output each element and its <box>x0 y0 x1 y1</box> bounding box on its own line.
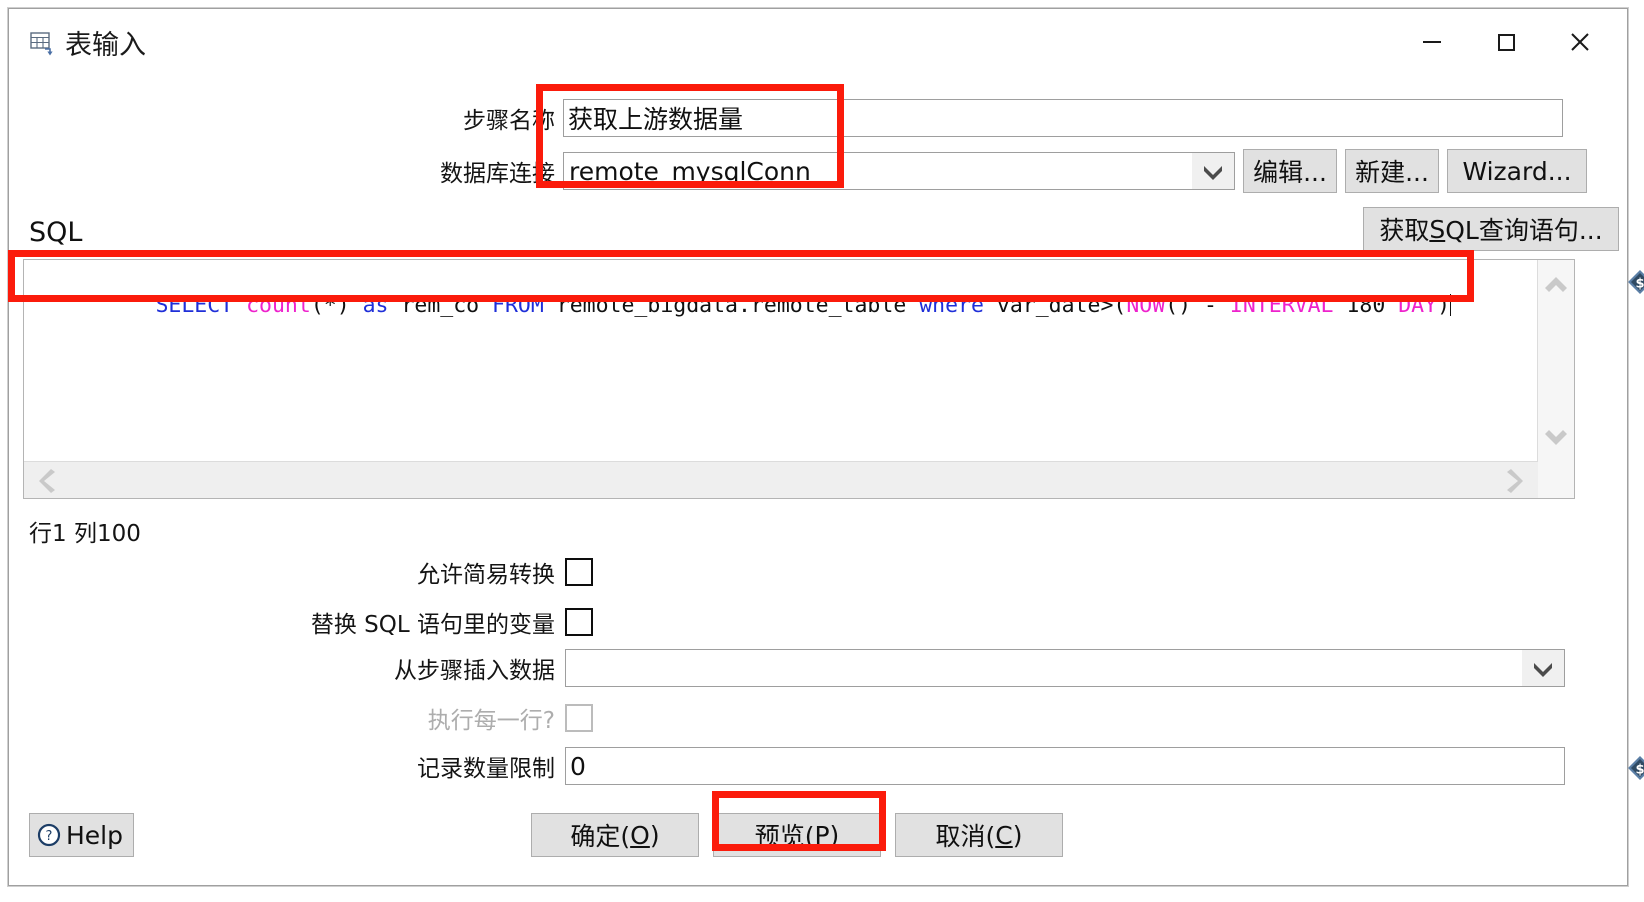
execute-for-each-row-checkbox <box>565 704 593 732</box>
get-sql-prefix: 获取 <box>1379 216 1430 245</box>
sql-text-area[interactable]: SELECT count(*) as rem_co FROM remote_bi… <box>24 260 1538 462</box>
maximize-icon[interactable] <box>1469 15 1543 69</box>
sql-token: where <box>919 293 984 318</box>
table-input-dialog: 表输入 步骤名称 获取上游数据量 数据库连接 remote_mysqlConn … <box>8 8 1644 886</box>
svg-text:$: $ <box>1635 763 1644 778</box>
title-bar-left: 表输入 <box>29 23 146 62</box>
sql-token: DAY <box>1398 293 1438 318</box>
scroll-down-icon[interactable] <box>1543 428 1569 448</box>
insert-data-from-step-row: 从步骤插入数据 <box>15 649 1575 687</box>
sql-token: (*) <box>310 293 363 318</box>
wizard-label: Wizard... <box>1462 156 1572 186</box>
step-name-input[interactable]: 获取上游数据量 <box>563 99 1563 137</box>
dialog-action-buttons: 确定(O) 预览(P) 取消(C) <box>531 813 1063 857</box>
preview-button[interactable]: 预览(P) <box>713 813 881 857</box>
sql-token: FROM <box>492 293 544 318</box>
chevron-down-icon[interactable] <box>1192 153 1234 189</box>
sql-token: 180 <box>1333 293 1399 318</box>
ok-prefix: 确定( <box>570 822 631 851</box>
sql-vertical-scrollbar[interactable] <box>1537 260 1574 462</box>
new-connection-label: 新建... <box>1355 158 1429 187</box>
db-connection-value: remote_mysqlConn <box>569 156 811 186</box>
sql-tokens: SELECT count(*) as rem_co FROM remote_bi… <box>155 293 1450 318</box>
svg-text:?: ? <box>46 829 53 844</box>
sql-token: INTERVAL <box>1229 293 1334 318</box>
scrollbar-corner <box>1538 462 1574 498</box>
sql-token: as <box>362 293 389 318</box>
help-button[interactable]: ? Help <box>29 813 134 857</box>
window-title: 表输入 <box>65 30 146 61</box>
sql-horizontal-scrollbar[interactable] <box>24 461 1538 498</box>
get-sql-mnemonic: S <box>1429 214 1446 244</box>
cancel-prefix: 取消( <box>935 822 996 851</box>
limit-size-input[interactable]: 0 <box>565 747 1565 785</box>
preview-mnemonic: P <box>814 820 830 850</box>
dollar-variable-icon-limit[interactable]: $ <box>1627 755 1644 781</box>
chevron-down-icon-insert-step[interactable] <box>1522 650 1564 686</box>
db-connection-row: 数据库连接 remote_mysqlConn 编辑... 新建... Wizar… <box>15 149 1615 193</box>
insert-data-from-step-select[interactable] <box>565 649 1565 687</box>
sql-token: var_date>( <box>983 293 1127 318</box>
sql-editor[interactable]: SELECT count(*) as rem_co FROM remote_bi… <box>23 259 1575 499</box>
scroll-up-icon[interactable] <box>1543 274 1569 294</box>
edit-connection-button[interactable]: 编辑... <box>1243 149 1337 193</box>
replace-variables-row: 替换 SQL 语句里的变量 <box>15 605 615 639</box>
step-name-label: 步骤名称 <box>463 108 555 134</box>
sql-token: count <box>246 293 311 318</box>
dialog-footer: ? Help 确定(O) 预览(P) 取消(C) <box>15 801 1623 879</box>
ok-mnemonic: O <box>630 820 650 850</box>
window-controls <box>1395 11 1617 73</box>
execute-for-each-row-label: 执行每一行? <box>427 708 555 734</box>
replace-variables-label: 替换 SQL 语句里的变量 <box>310 612 555 638</box>
limit-size-label: 记录数量限制 <box>417 756 555 782</box>
help-icon: ? <box>36 822 62 848</box>
db-connection-label: 数据库连接 <box>440 161 555 187</box>
sql-token: remote_bigdata.remote_table <box>543 293 920 318</box>
close-icon[interactable] <box>1543 15 1617 69</box>
table-input-icon <box>29 30 55 56</box>
scroll-left-icon[interactable] <box>38 469 58 493</box>
insert-data-from-step-label: 从步骤插入数据 <box>394 658 555 684</box>
title-bar: 表输入 <box>15 11 1623 79</box>
dialog-body: 表输入 步骤名称 获取上游数据量 数据库连接 remote_mysqlConn … <box>15 11 1644 879</box>
replace-variables-checkbox[interactable] <box>565 608 593 636</box>
limit-size-row: 记录数量限制 0 <box>15 747 1575 785</box>
execute-for-each-row-row: 执行每一行? <box>15 701 615 735</box>
allow-lazy-conversion-row: 允许简易转换 <box>15 555 615 589</box>
sql-token: SELECT <box>155 293 234 318</box>
wizard-button[interactable]: Wizard... <box>1447 149 1587 193</box>
cancel-suffix: ) <box>1012 820 1023 850</box>
sql-section-label: SQL <box>29 217 83 248</box>
scroll-right-icon[interactable] <box>1504 469 1524 493</box>
ok-suffix: ) <box>649 820 660 850</box>
sql-token: () - <box>1165 293 1230 318</box>
allow-lazy-conversion-label: 允许简易转换 <box>417 562 555 588</box>
ok-button[interactable]: 确定(O) <box>531 813 699 857</box>
step-name-row: 步骤名称 获取上游数据量 <box>15 99 1575 137</box>
allow-lazy-conversion-checkbox[interactable] <box>565 558 593 586</box>
new-connection-button[interactable]: 新建... <box>1345 149 1439 193</box>
sql-token: ) <box>1437 293 1451 318</box>
cancel-mnemonic: C <box>995 820 1013 850</box>
preview-prefix: 预览( <box>754 822 815 851</box>
get-sql-suffix: QL查询语句... <box>1445 216 1603 245</box>
help-label: Help <box>66 820 123 850</box>
dollar-variable-icon-sql[interactable]: $ <box>1627 269 1644 295</box>
minimize-icon[interactable] <box>1395 15 1469 69</box>
cursor-position-status: 行1 列100 <box>29 521 141 547</box>
sql-statement-line: SELECT count(*) as rem_co FROM remote_bi… <box>26 264 1536 348</box>
cancel-button[interactable]: 取消(C) <box>895 813 1063 857</box>
get-sql-statement-button[interactable]: 获取 S QL查询语句... <box>1363 207 1619 251</box>
sql-token: NOW <box>1126 293 1166 318</box>
preview-suffix: ) <box>829 820 840 850</box>
limit-size-value: 0 <box>570 751 586 781</box>
sql-token: rem_co <box>388 293 493 318</box>
text-caret <box>1450 294 1452 316</box>
step-name-value: 获取上游数据量 <box>568 105 744 134</box>
db-connection-select[interactable]: remote_mysqlConn <box>563 152 1235 190</box>
edit-connection-label: 编辑... <box>1253 158 1327 187</box>
svg-text:$: $ <box>1635 277 1644 292</box>
